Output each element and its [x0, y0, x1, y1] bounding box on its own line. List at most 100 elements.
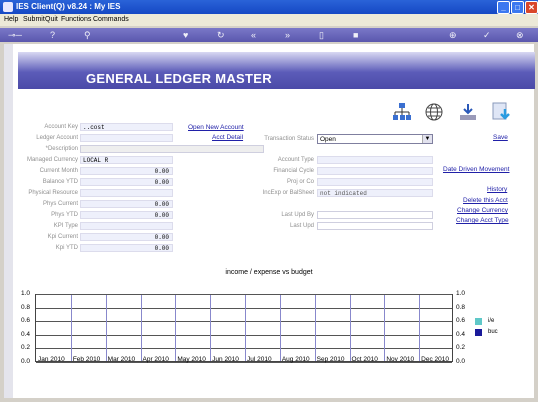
toolbar: ⊸─ ? ⚲ ♥ ↻ « » ▯ ■ ⊕ ✓ ⊗ [0, 28, 538, 42]
menu-submit[interactable]: Submit [23, 16, 45, 23]
y-tick-label-left: 0.2 [21, 344, 31, 352]
menu-commands[interactable]: Commands [93, 16, 129, 23]
maximize-button[interactable]: □ [511, 1, 524, 14]
search-icon[interactable]: ⚲ [84, 30, 91, 40]
incexp-balsheet-field[interactable]: not indicated [317, 189, 433, 197]
cancel-icon[interactable]: ⊗ [516, 30, 524, 40]
acct-detail-link[interactable]: Acct Detail [212, 134, 243, 141]
document-icon[interactable]: ▯ [319, 30, 324, 40]
month-divider [314, 295, 316, 361]
kpi-ytd-field[interactable]: 0.00 [80, 244, 173, 252]
chart-title: income / expense vs budget [225, 269, 313, 276]
menu-bar: Help Submit Quit Functions Commands [0, 14, 538, 26]
label-transaction-status: Transaction Status [264, 136, 314, 142]
phys-ytd-field[interactable]: 0.00 [80, 211, 173, 219]
date-driven-movement-link[interactable]: Date Driven Movement [443, 166, 509, 173]
label-balance-ytd: Balance YTD [42, 179, 78, 185]
x-tick-label: Sep 2010 [316, 356, 345, 363]
physical-resource-field[interactable] [80, 189, 173, 197]
label-description: *Description [45, 146, 78, 152]
menu-help[interactable]: Help [4, 16, 18, 23]
menu-quit[interactable]: Quit [45, 16, 58, 23]
label-phys-current: Phys Current [42, 201, 78, 207]
chart-plot-area [35, 294, 453, 363]
close-button[interactable]: ✕ [525, 1, 538, 14]
x-tick-label: May 2010 [177, 356, 206, 363]
minimize-button[interactable]: _ [497, 1, 510, 14]
app-icon [3, 2, 13, 12]
label-managed-currency: Managed Currency [26, 157, 78, 163]
check-icon[interactable]: ✓ [483, 30, 491, 40]
change-currency-link[interactable]: Change Currency [457, 207, 508, 214]
x-tick-label: Apr 2010 [142, 356, 169, 363]
legend-swatch-buc [475, 329, 482, 336]
proj-or-co-field[interactable] [317, 178, 433, 186]
gridline [36, 307, 452, 309]
rewind-icon[interactable]: « [251, 30, 256, 40]
y-tick-label-right: 1.0 [456, 290, 466, 297]
label-phys-ytd: Phys YTD [51, 212, 78, 218]
x-tick-label: Oct 2010 [351, 356, 378, 363]
month-divider [245, 295, 246, 361]
month-divider [279, 295, 281, 361]
page-title: GENERAL LEDGER MASTER [86, 71, 272, 86]
label-last-upd: Last Upd [289, 223, 314, 229]
globe-icon[interactable] [424, 102, 444, 122]
kpi-type-field[interactable] [80, 222, 173, 230]
org-chart-icon[interactable] [392, 102, 412, 122]
label-incexp-balsheet: IncExp or BalSheet [262, 190, 314, 196]
month-divider [210, 295, 212, 361]
managed-currency-field[interactable]: LOCAL R [80, 156, 173, 164]
current-month-field[interactable]: 0.00 [80, 167, 173, 175]
y-tick-label-left: 0.8 [21, 303, 31, 311]
balance-ytd-field[interactable]: 0.00 [80, 178, 173, 186]
page-icon[interactable]: ■ [353, 30, 358, 40]
financial-cycle-field[interactable] [317, 167, 433, 175]
help-icon[interactable]: ? [50, 30, 55, 40]
add-icon[interactable]: ⊕ [449, 30, 457, 40]
y-tick-label-right: 0.6 [456, 317, 466, 325]
export-document-icon[interactable] [491, 101, 513, 123]
last-upd-field[interactable] [317, 222, 433, 230]
gridline [36, 348, 452, 350]
legend-label-buc: buc [488, 329, 498, 335]
label-kpi-ytd: Kpi YTD [55, 245, 78, 251]
x-tick-label: Feb 2010 [72, 356, 101, 363]
month-divider [419, 295, 421, 361]
x-tick-label: Mar 2010 [107, 356, 136, 363]
y-tick-label-left: 0.0 [21, 358, 31, 365]
legend-label-ie: i/e [488, 318, 495, 324]
transaction-status-select[interactable]: Open ▼ [317, 134, 433, 144]
window-title: IES Client(Q) v8.24 : My IES [16, 2, 121, 11]
label-physical-resource: Physical Resource [28, 190, 78, 196]
label-kpi-current: Kpi Current [47, 234, 78, 240]
account-key-field[interactable]: ..cost [80, 123, 173, 131]
y-tick-label-left: 0.6 [21, 317, 31, 325]
account-type-field[interactable] [317, 156, 433, 164]
kpi-current-field[interactable]: 0.00 [80, 233, 173, 241]
download-tray-icon[interactable] [458, 102, 478, 122]
chevron-down-icon[interactable]: ▼ [422, 135, 432, 143]
change-acct-type-link[interactable]: Change Acct Type [456, 217, 509, 224]
ledger-account-field[interactable] [80, 134, 173, 142]
key-icon[interactable]: ⊸─ [8, 30, 22, 40]
label-financial-cycle: Financial Cycle [273, 168, 314, 174]
save-link[interactable]: Save [493, 134, 508, 141]
open-new-account-link[interactable]: Open New Account [188, 124, 244, 131]
description-field[interactable] [80, 145, 264, 153]
heart-icon[interactable]: ♥ [183, 30, 188, 40]
y-tick-label-left: 0.4 [21, 330, 31, 338]
label-proj-or-co: Proj or Co [286, 179, 314, 185]
x-tick-label: Jun 2010 [212, 356, 239, 363]
menu-functions[interactable]: Functions [61, 16, 91, 23]
label-ledger-account: Ledger Account [36, 135, 78, 141]
phys-current-field[interactable]: 0.00 [80, 200, 173, 208]
last-upd-by-field[interactable] [317, 211, 433, 219]
delete-acct-link[interactable]: Delete this Acct [463, 197, 508, 204]
refresh-icon[interactable]: ↻ [217, 30, 225, 40]
label-kpi-type: KPI Type [53, 223, 78, 229]
main-pane: GENERAL LEDGER MASTER Account Key ..cost… [4, 44, 535, 398]
month-divider [105, 295, 107, 361]
history-link[interactable]: History [487, 186, 507, 193]
forward-icon[interactable]: » [285, 30, 290, 40]
